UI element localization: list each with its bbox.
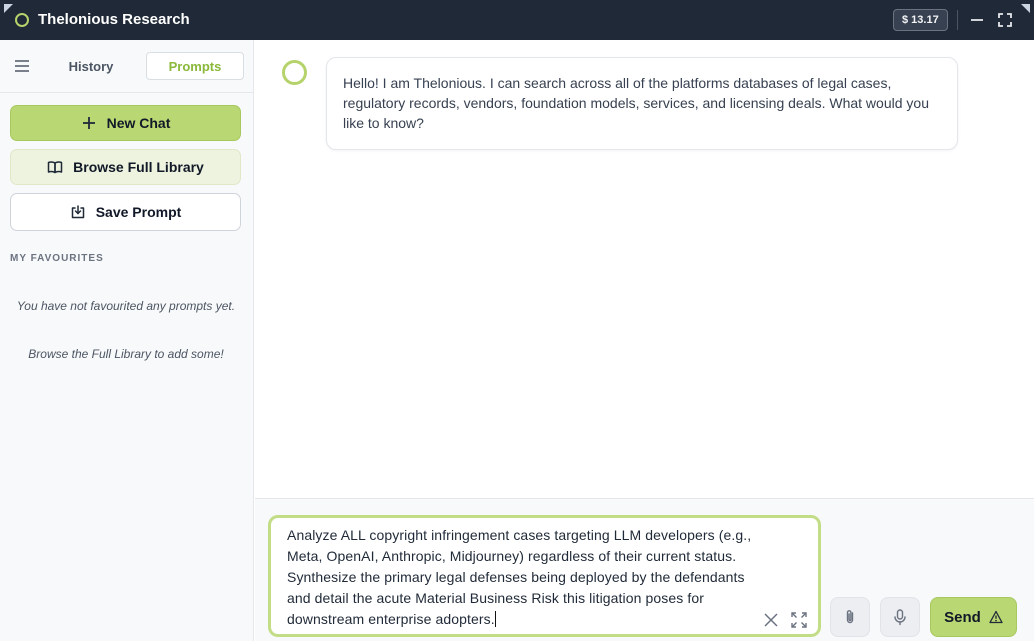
maximize-icon[interactable]	[995, 10, 1015, 30]
tab-history[interactable]: History	[42, 52, 140, 80]
new-chat-button[interactable]: New Chat	[10, 105, 241, 141]
browse-library-label: Browse Full Library	[73, 159, 204, 175]
tab-prompts[interactable]: Prompts	[146, 52, 244, 80]
favourites-empty-text: You have not favourited any prompts yet.	[16, 299, 236, 313]
app-title: Thelonious Research	[38, 11, 190, 28]
send-label: Send	[944, 608, 981, 626]
save-prompt-label: Save Prompt	[95, 204, 182, 220]
minimize-icon[interactable]	[967, 10, 987, 30]
window-corner-right	[1021, 4, 1030, 13]
window-corner-left	[4, 4, 13, 13]
balance-badge[interactable]: $ 13.17	[893, 9, 948, 31]
text-caret	[494, 611, 496, 627]
logo-icon	[15, 13, 29, 27]
send-button[interactable]: Send	[930, 597, 1017, 637]
sidebar: History Prompts New Chat Browse Full Lib…	[0, 40, 254, 641]
microphone-icon	[894, 609, 906, 626]
prompt-input-text[interactable]: Analyze ALL copyright infringement cases…	[287, 525, 757, 630]
title-bar: Thelonious Research $ 13.17	[0, 0, 1034, 40]
titlebar-divider	[957, 10, 958, 30]
favourites-empty-hint: Browse the Full Library to add some!	[28, 347, 224, 361]
paperclip-icon	[846, 610, 854, 624]
prompt-input[interactable]: Analyze ALL copyright infringement cases…	[268, 515, 821, 637]
chat-area: Hello! I am Thelonious. I can search acr…	[255, 40, 1034, 498]
expand-icon[interactable]	[790, 611, 808, 629]
microphone-button[interactable]	[880, 597, 920, 637]
plus-icon	[82, 117, 95, 129]
attach-button[interactable]	[830, 597, 870, 637]
favourites-heading: MY FAVOURITES	[10, 253, 104, 264]
save-prompt-button[interactable]: Save Prompt	[10, 193, 241, 231]
clear-icon[interactable]	[762, 611, 780, 629]
warning-icon	[989, 610, 1003, 624]
menu-icon[interactable]	[12, 56, 32, 76]
book-icon	[47, 161, 63, 174]
assistant-message: Hello! I am Thelonious. I can search acr…	[326, 57, 958, 150]
new-chat-label: New Chat	[106, 115, 171, 131]
save-icon	[71, 205, 84, 219]
sidebar-header: History Prompts	[0, 40, 253, 93]
browse-library-button[interactable]: Browse Full Library	[10, 149, 241, 185]
assistant-avatar	[282, 60, 307, 85]
composer: Analyze ALL copyright infringement cases…	[255, 498, 1034, 641]
